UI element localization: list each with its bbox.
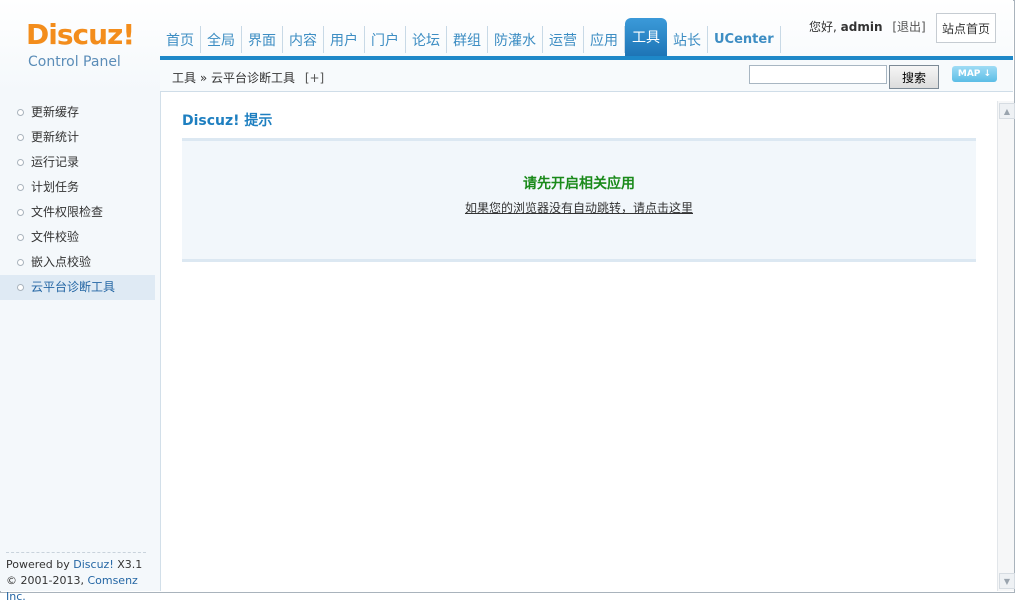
sidebar-item-7[interactable]: 云平台诊断工具 — [0, 275, 155, 300]
map-button[interactable]: MAP ↓ — [952, 66, 997, 82]
bullet-icon — [17, 234, 24, 241]
nav-tab-12[interactable]: 站长 — [667, 26, 708, 53]
sidebar-item-label: 更新统计 — [31, 130, 80, 144]
bullet-icon — [17, 259, 24, 266]
nav-tab-13[interactable]: UCenter — [708, 26, 781, 53]
add-shortcut-link[interactable]: [+] — [305, 71, 324, 85]
nav-tab-2[interactable]: 界面 — [242, 26, 283, 53]
redirect-link[interactable]: 如果您的浏览器没有自动跳转，请点击这里 — [182, 199, 976, 216]
sidebar-item-label: 计划任务 — [31, 180, 80, 194]
sidebar-item-1[interactable]: 更新统计 — [0, 125, 155, 150]
sidebar-item-4[interactable]: 文件权限检查 — [0, 200, 155, 225]
copyright-text: © 2001-2013, — [6, 574, 88, 587]
sidebar-item-label: 更新缓存 — [31, 105, 80, 119]
sidebar-item-label: 文件权限检查 — [31, 205, 104, 219]
bullet-icon — [17, 209, 24, 216]
version-text: X3.1 — [113, 558, 143, 571]
scroll-up-icon[interactable]: ▲ — [999, 103, 1015, 119]
sidebar-item-0[interactable]: 更新缓存 — [0, 100, 155, 125]
search-input[interactable] — [749, 65, 887, 84]
sidebar-item-label: 云平台诊断工具 — [31, 280, 116, 294]
nav-tab-1[interactable]: 全局 — [201, 26, 242, 53]
notice-message: 请先开启相关应用 — [523, 176, 635, 192]
bullet-icon — [17, 109, 24, 116]
search-button[interactable]: 搜索 — [889, 65, 939, 89]
discuz-link[interactable]: Discuz! — [73, 558, 113, 571]
sidebar-menu: 更新缓存更新统计运行记录计划任务文件权限检查 文件校验嵌入点校验云平台诊断工具 — [0, 100, 155, 300]
logout-link[interactable]: [退出] — [892, 20, 925, 34]
logo-text: Discuz! — [26, 18, 135, 51]
nav-tab-7[interactable]: 群组 — [447, 26, 488, 53]
notice-title: Discuz! 提示 — [182, 113, 273, 129]
bullet-icon — [17, 184, 24, 191]
bullet-icon — [17, 159, 24, 166]
top-nav: 首页 全局 界面 内容 用户 门户 论坛 群组 防灌水 运营 应用 工具 站长 UCenter — [160, 14, 781, 56]
sidebar-item-2[interactable]: 运行记录 — [0, 150, 155, 175]
vertical-scrollbar[interactable]: ▲ ▼ — [997, 101, 1015, 591]
sidebar-item-3[interactable]: 计划任务 — [0, 175, 155, 200]
sidebar-item-label: 运行记录 — [31, 155, 80, 169]
sidebar-item-6[interactable]: 嵌入点校验 — [0, 250, 155, 275]
nav-tab-3[interactable]: 内容 — [283, 26, 324, 53]
nav-tab-10[interactable]: 应用 — [584, 26, 625, 53]
sub-bar: 工具 » 云平台诊断工具 [+] 搜索 MAP ↓ — [160, 60, 1013, 92]
site-home-button[interactable]: 站点首页 — [936, 13, 996, 43]
nav-tab-8[interactable]: 防灌水 — [488, 26, 543, 53]
sidebar-item-label: 文件校验 — [31, 230, 80, 244]
sidebar-footer: Powered by Discuz! X3.1 © 2001-2013, Com… — [6, 552, 146, 605]
breadcrumb: 工具 » 云平台诊断工具 [+] — [172, 69, 324, 86]
user-area: 您好, admin [退出] — [809, 18, 926, 35]
breadcrumb-path: 工具 » 云平台诊断工具 — [172, 71, 295, 85]
nav-tab-11[interactable]: 工具 — [625, 18, 667, 56]
username: admin — [840, 20, 883, 34]
logo-subtitle: Control Panel — [28, 54, 121, 70]
nav-tab-4[interactable]: 用户 — [324, 26, 365, 53]
notice-box: 请先开启相关应用 如果您的浏览器没有自动跳转，请点击这里 — [182, 138, 976, 262]
greeting-text: 您好, — [809, 20, 837, 34]
bullet-icon — [17, 134, 24, 141]
copyright-line: © 2001-2013, Comsenz Inc. — [6, 573, 146, 605]
logo[interactable]: Discuz! Control Panel — [0, 0, 160, 88]
nav-tab-5[interactable]: 门户 — [365, 26, 406, 53]
powered-by-line: Powered by Discuz! X3.1 — [6, 557, 146, 573]
nav-tab-0[interactable]: 首页 — [160, 26, 201, 53]
scroll-down-icon[interactable]: ▼ — [999, 573, 1015, 589]
sidebar-item-label: 嵌入点校验 — [31, 255, 92, 269]
main-content: Discuz! 提示 请先开启相关应用 如果您的浏览器没有自动跳转，请点击这里 — [161, 92, 996, 591]
bullet-icon — [17, 284, 24, 291]
sidebar-item-5[interactable]: 文件校验 — [0, 225, 155, 250]
nav-tab-9[interactable]: 运营 — [543, 26, 584, 53]
powered-by-text: Powered by — [6, 558, 74, 571]
nav-tab-6[interactable]: 论坛 — [406, 26, 447, 53]
sidebar: 更新缓存更新统计运行记录计划任务文件权限检查 文件校验嵌入点校验云平台诊断工具 P… — [0, 92, 161, 603]
